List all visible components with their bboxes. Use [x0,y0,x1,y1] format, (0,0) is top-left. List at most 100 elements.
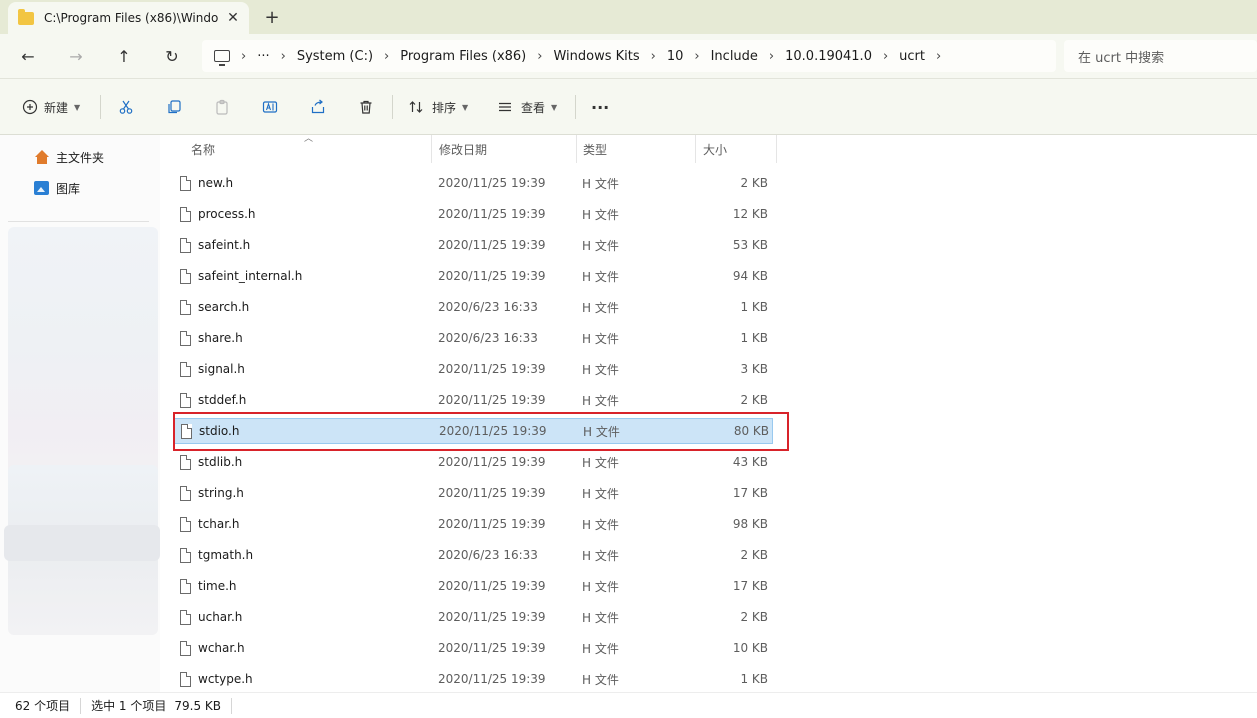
table-row[interactable]: time.h 2020/11/25 19:39 H 文件 17 KB [173,573,773,599]
sidebar-item-label: 主文件夹 [56,150,105,165]
file-type: H 文件 [582,517,619,532]
forward-button[interactable]: → [61,42,91,70]
breadcrumb-separator[interactable]: › [384,49,389,64]
file-icon [180,237,191,253]
breadcrumb-item[interactable]: 10.0.19041.0 [785,49,872,64]
close-icon[interactable]: ✕ [221,6,245,30]
file-size: 12 KB [732,207,768,221]
file-name: wchar.h [198,641,245,655]
table-row[interactable]: search.h 2020/6/23 16:33 H 文件 1 KB [173,294,773,320]
new-tab-button[interactable]: + [258,4,286,30]
sort-button[interactable]: 排序 ▼ [408,93,468,121]
up-button[interactable]: ↑ [109,42,139,70]
table-row[interactable]: string.h 2020/11/25 19:39 H 文件 17 KB [173,480,773,506]
home-icon [34,150,50,164]
breadcrumb-item[interactable]: System (C:) [297,49,373,64]
table-row[interactable]: uchar.h 2020/11/25 19:39 H 文件 2 KB [173,604,773,630]
breadcrumb-item[interactable]: ucrt [899,49,925,64]
sort-label: 排序 [432,100,457,115]
table-row[interactable]: tchar.h 2020/11/25 19:39 H 文件 98 KB [173,511,773,537]
breadcrumb-item[interactable]: Include [711,49,758,64]
breadcrumb-separator[interactable]: › [241,49,246,64]
column-header-size[interactable]: 大小 [703,135,727,163]
table-row[interactable]: stdio.h 2020/11/25 19:39 H 文件 80 KB [173,418,773,444]
breadcrumb-separator[interactable]: › [883,49,888,64]
scissors-icon [119,100,133,114]
rename-button[interactable] [262,93,278,121]
table-row[interactable]: new.h 2020/11/25 19:39 H 文件 2 KB [173,170,773,196]
column-divider[interactable] [431,135,432,163]
breadcrumb-separator[interactable]: › [281,49,286,64]
file-size: 17 KB [732,579,768,593]
breadcrumb-separator[interactable]: › [694,49,699,64]
column-divider[interactable] [776,135,777,163]
file-name: search.h [198,300,250,314]
sort-ascending-icon: ︿ [304,134,314,144]
file-type: H 文件 [582,238,619,253]
share-button[interactable] [310,93,326,121]
table-row[interactable]: process.h 2020/11/25 19:39 H 文件 12 KB [173,201,773,227]
breadcrumb-separator[interactable]: › [769,49,774,64]
column-header-type[interactable]: 类型 [583,135,607,163]
file-icon [180,485,191,501]
file-date: 2020/11/25 19:39 [438,238,546,252]
breadcrumb-separator[interactable]: › [651,49,656,64]
table-row[interactable]: wctype.h 2020/11/25 19:39 H 文件 1 KB [173,666,773,692]
breadcrumb-more[interactable]: ··· [257,49,269,64]
breadcrumb-item[interactable]: Windows Kits [553,49,639,64]
computer-icon[interactable] [214,50,230,66]
breadcrumb-separator[interactable]: › [936,49,941,64]
file-size: 2 KB [740,610,768,624]
tab-title: C:\Program Files (x86)\Windo [44,11,219,25]
breadcrumb-item[interactable]: 10 [667,49,684,64]
file-name: tgmath.h [198,548,254,562]
file-date: 2020/6/23 16:33 [438,300,538,314]
file-icon [180,640,191,656]
toolbar-divider [392,95,393,119]
file-size: 2 KB [740,393,768,407]
column-divider[interactable] [576,135,577,163]
tab-current[interactable]: C:\Program Files (x86)\Windo ✕ [8,2,249,34]
cut-button[interactable] [118,93,134,121]
view-button[interactable]: 查看 ▼ [497,93,557,121]
file-size: 80 KB [733,424,769,438]
table-row[interactable]: safeint_internal.h 2020/11/25 19:39 H 文件 94… [173,263,773,289]
paste-button[interactable] [214,93,230,121]
breadcrumb-item[interactable]: Program Files (x86) [400,49,526,64]
table-row[interactable]: stddef.h 2020/11/25 19:39 H 文件 2 KB [173,387,773,413]
new-button[interactable]: 新建 ▼ [22,93,80,121]
nav-bar: ← → ↑ ↻ › ··· › System (C:) › Program Fi… [0,34,1257,78]
status-bar: 62 个项目 选中 1 个项目 79.5 KB [0,692,1257,718]
table-row[interactable]: signal.h 2020/11/25 19:39 H 文件 3 KB [173,356,773,382]
table-row[interactable]: stdlib.h 2020/11/25 19:39 H 文件 43 KB [173,449,773,475]
refresh-button[interactable]: ↻ [157,42,187,70]
delete-button[interactable] [358,93,374,121]
copy-button[interactable] [166,93,182,121]
file-size: 1 KB [740,300,768,314]
status-selected: 选中 1 个项目 [91,699,167,713]
view-label: 查看 [521,100,546,115]
file-size: 3 KB [740,362,768,376]
column-header-date[interactable]: 修改日期 [439,135,487,163]
sidebar-item-gallery[interactable]: 图库 [34,178,80,198]
search-input[interactable]: 在 ucrt 中搜索 [1064,40,1257,72]
trash-icon [360,100,372,114]
back-button[interactable]: ← [13,42,43,70]
column-divider[interactable] [695,135,696,163]
file-type: H 文件 [582,300,619,315]
file-type: H 文件 [582,455,619,470]
table-row[interactable]: tgmath.h 2020/6/23 16:33 H 文件 2 KB [173,542,773,568]
file-icon [180,361,191,377]
table-row[interactable]: wchar.h 2020/11/25 19:39 H 文件 10 KB [173,635,773,661]
sidebar-divider [8,221,149,222]
table-row[interactable]: safeint.h 2020/11/25 19:39 H 文件 53 KB [173,232,773,258]
address-bar[interactable]: › ··· › System (C:) › Program Files (x86… [202,40,1056,72]
sidebar-item-home[interactable]: 主文件夹 [34,147,104,167]
table-row[interactable]: share.h 2020/6/23 16:33 H 文件 1 KB [173,325,773,351]
column-header-name[interactable]: 名称 [191,135,215,163]
file-date: 2020/6/23 16:33 [438,548,538,562]
file-icon [181,423,192,439]
breadcrumb-separator[interactable]: › [537,49,542,64]
file-icon [180,299,191,315]
more-button[interactable]: ··· [591,93,609,121]
